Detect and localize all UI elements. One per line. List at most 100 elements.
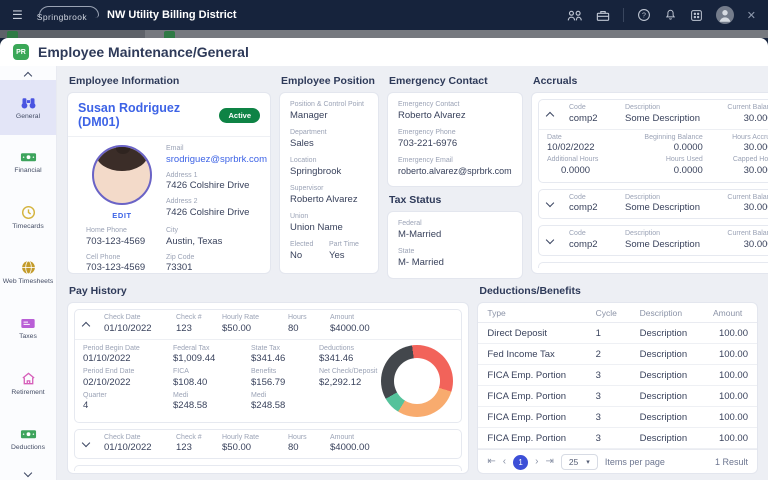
- accrual-row: Codecomp2 DescriptionSome Description Cu…: [538, 225, 768, 256]
- emergency-email-field: Emergency Email roberto.alvarez@sprbrk.c…: [398, 157, 512, 176]
- briefcase-icon[interactable]: [596, 9, 610, 22]
- sidebar-item-financial[interactable]: Financial: [0, 135, 56, 190]
- pay-history-section: Pay History Check Date01/10/2022 Check #…: [67, 282, 469, 474]
- table-row[interactable]: Fed Income Tax2 Description100.00: [478, 344, 757, 365]
- part-time-field: Part Time Yes: [329, 241, 368, 261]
- chevron-up-icon: [24, 71, 32, 79]
- last-page-button[interactable]: ⇥: [545, 457, 553, 467]
- page-size-select[interactable]: 25 ▾: [561, 454, 598, 470]
- first-page-button[interactable]: ⇤: [487, 457, 495, 467]
- accruals-card: Codecomp2 DescriptionSome Description Cu…: [531, 92, 768, 274]
- address2-field: Address 2 7426 Colshire Drive: [166, 198, 267, 218]
- window-header: PR Employee Maintenance/General: [0, 38, 768, 66]
- location-field: Location Springbrook: [290, 157, 368, 177]
- sidebar-item-general[interactable]: General: [0, 80, 56, 135]
- table-row[interactable]: FICA Emp. Portion3 Description100.00: [478, 407, 757, 428]
- pay-history-row: Check Date01/10/2022 Check #123 Hourly R…: [74, 429, 462, 460]
- user-avatar-icon[interactable]: [716, 6, 734, 24]
- page-title: Employee Maintenance/General: [38, 44, 249, 60]
- notifications-bell-icon[interactable]: [664, 8, 677, 22]
- sidebar-scroll-down[interactable]: [0, 467, 56, 480]
- section-title: Tax Status: [389, 194, 523, 206]
- module-sidebar: General Financial: [0, 66, 57, 480]
- sidebar-item-deductions[interactable]: Deductions: [0, 412, 56, 467]
- hamburger-menu-icon[interactable]: ☰: [12, 8, 23, 22]
- email-link[interactable]: srodriguez@sprbrk.com: [166, 154, 267, 165]
- expand-row-icon[interactable]: [82, 439, 90, 447]
- pay-history-card: Check Date01/10/2022 Check #123 Hourly R…: [67, 302, 469, 474]
- topbar-divider: [623, 8, 624, 22]
- status-badge: Active: [219, 108, 260, 123]
- edit-photo-button[interactable]: EDIT: [112, 211, 131, 220]
- employee-information-section: Employee Information Susan Rodriguez (DM…: [67, 72, 271, 279]
- previous-page-button[interactable]: ‹: [503, 457, 506, 467]
- col-header-type: Type: [478, 303, 586, 323]
- users-icon[interactable]: [567, 9, 583, 22]
- cell-phone-field: Cell Phone 703-123-4569: [78, 254, 166, 274]
- accrual-row-clipped: [538, 262, 768, 268]
- section-title: Employee Information: [69, 75, 271, 87]
- emergency-contact-field: Emergency Contact Roberto Alvarez: [398, 101, 512, 121]
- svg-text:?: ?: [642, 13, 646, 20]
- col-header-amount: Amount: [704, 303, 757, 323]
- employee-name-link[interactable]: Susan Rodriguez (DM01): [78, 101, 219, 129]
- sidebar-item-label: General: [14, 113, 42, 121]
- sidebar-item-label: Retirement: [9, 389, 46, 397]
- col-header-description: Description: [631, 303, 704, 323]
- table-row[interactable]: FICA Emp. Portion3 Description100.00: [478, 386, 757, 407]
- sidebar-item-label: Financial: [12, 167, 43, 175]
- department-field: Department Sales: [290, 129, 368, 149]
- table-row[interactable]: FICA Emp. Portion3 Description100.00: [478, 365, 757, 386]
- sidebar-item-taxes[interactable]: Taxes: [0, 301, 56, 356]
- current-page-button[interactable]: 1: [513, 455, 528, 470]
- topbar-actions: ? ✕: [567, 6, 756, 24]
- pay-breakdown-donut-chart: [381, 345, 453, 417]
- banknote-icon: [20, 150, 37, 164]
- pay-history-row: Check Date01/10/2022 Check #123 Hourly R…: [74, 309, 462, 423]
- main-content: Employee Information Susan Rodriguez (DM…: [57, 66, 768, 480]
- collapse-row-icon[interactable]: [82, 322, 90, 330]
- next-page-button[interactable]: ›: [535, 457, 538, 467]
- section-title: Employee Position: [281, 75, 379, 87]
- employee-position-card: Position & Control Point Manager Departm…: [279, 92, 379, 274]
- expand-row-icon[interactable]: [546, 199, 554, 207]
- emergency-phone-field: Emergency Phone 703-221-6976: [398, 129, 512, 149]
- sidebar-item-label: Deductions: [9, 444, 47, 452]
- close-icon[interactable]: ✕: [747, 9, 756, 22]
- state-tax-field: State M- Married: [398, 248, 512, 268]
- top-bar: ☰ Springbrook NW Utility Billing Distric…: [0, 0, 768, 30]
- deductions-benefits-section: Deductions/Benefits Type Cycle Descripti…: [477, 282, 758, 474]
- pay-history-row-clipped: [74, 465, 462, 471]
- contact-tax-column: Emergency Contact Emergency Contact Robe…: [387, 72, 523, 279]
- sidebar-item-timecards[interactable]: Timecards: [0, 191, 56, 246]
- union-field: Union Union Name: [290, 213, 368, 233]
- apps-grid-icon[interactable]: [690, 9, 703, 22]
- caret-down-icon: ▾: [586, 458, 590, 466]
- elected-field: Elected No: [290, 241, 329, 261]
- deductions-table: Type Cycle Description Amount Direct Dep…: [478, 303, 757, 449]
- expand-row-icon[interactable]: [546, 236, 554, 244]
- zip-field: Zip Code 73301: [166, 254, 267, 274]
- address1-field: Address 1 7426 Colshire Drive: [166, 172, 267, 192]
- accrual-row: Codecomp2 DescriptionSome Description Cu…: [538, 189, 768, 220]
- accrual-row: Codecomp2 DescriptionSome Description Cu…: [538, 99, 768, 183]
- home-icon: [21, 371, 36, 386]
- background-window-badge: [164, 31, 175, 38]
- background-window-tab[interactable]: [145, 30, 768, 38]
- email-field: Email srodriguez@sprbrk.com: [166, 145, 267, 165]
- accruals-section: Accruals Codecomp2 DescriptionSome Descr…: [531, 72, 768, 279]
- help-icon[interactable]: ?: [637, 8, 651, 22]
- pagination-bar: ⇤ ‹ 1 › ⇥ 25 ▾ Items per page 1 Result: [478, 449, 757, 474]
- sidebar-item-web-timesheets[interactable]: Web Timesheets: [0, 246, 56, 301]
- position-field: Position & Control Point Manager: [290, 101, 368, 121]
- employee-information-card: Susan Rodriguez (DM01) Active EDIT Email: [67, 92, 271, 274]
- table-row[interactable]: Direct Deposit1 Description100.00: [478, 323, 757, 344]
- employee-maintenance-window: PR Employee Maintenance/General General: [0, 38, 768, 480]
- sidebar-item-retirement[interactable]: Retirement: [0, 356, 56, 411]
- globe-icon: [21, 260, 36, 275]
- table-row[interactable]: FICA Emp. Portion3 Description100.00: [478, 428, 757, 449]
- collapse-row-icon[interactable]: [546, 112, 554, 120]
- section-title: Emergency Contact: [389, 75, 523, 87]
- sidebar-scroll-up[interactable]: [0, 67, 56, 80]
- result-count: 1 Result: [715, 457, 748, 467]
